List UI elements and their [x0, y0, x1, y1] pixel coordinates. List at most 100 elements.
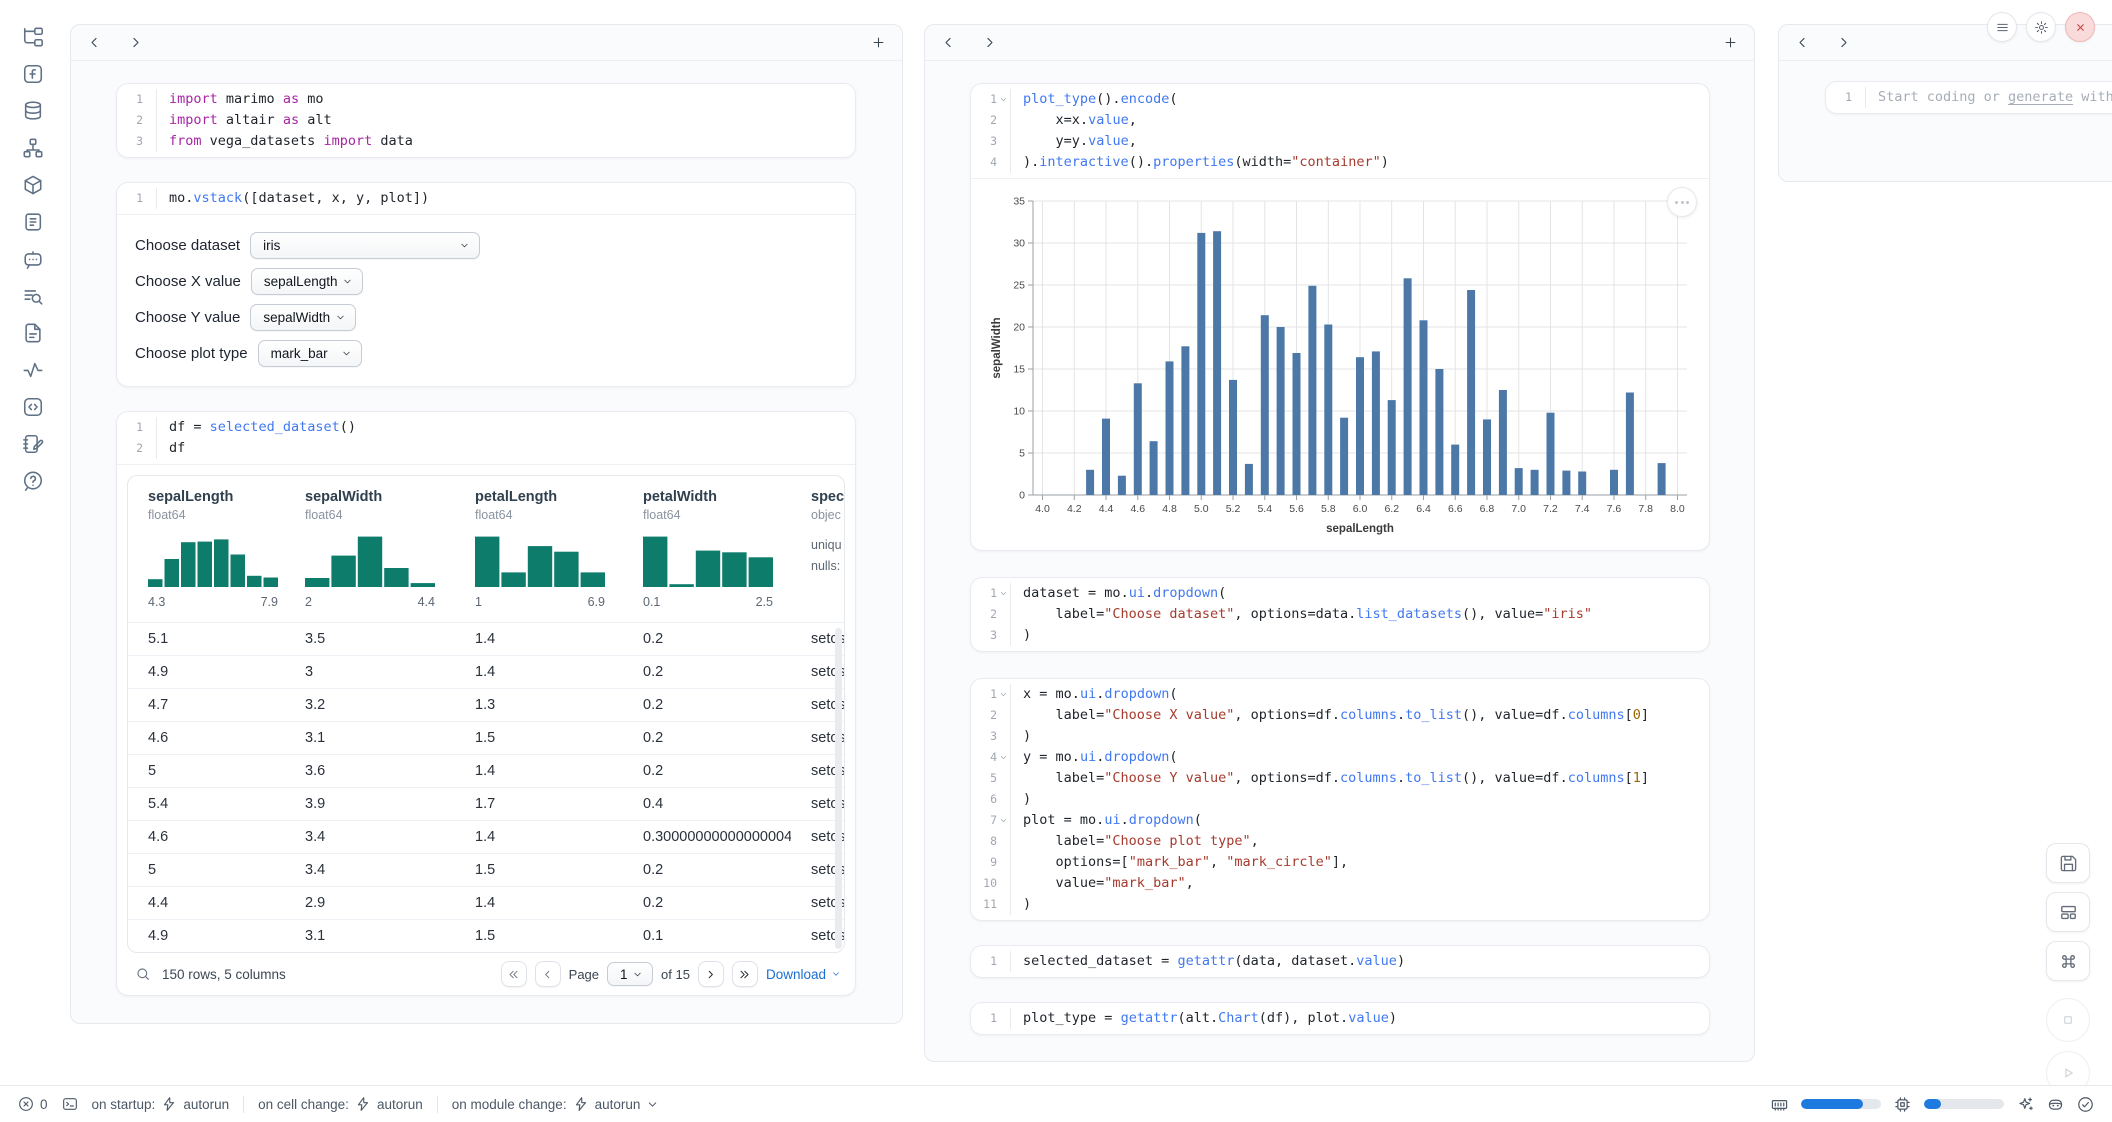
dropdown-select[interactable]: mark_bar — [258, 340, 362, 367]
search-list-icon[interactable] — [22, 285, 44, 307]
svg-text:35: 35 — [1013, 196, 1025, 208]
table-row[interactable]: 4.93.11.50.1setos — [128, 919, 844, 952]
code-editor[interactable]: 1plot_type = getattr(alt.Chart(df), plot… — [971, 1003, 1709, 1034]
org-chart-icon[interactable] — [22, 137, 44, 159]
table-cell: 5.1 — [128, 631, 285, 647]
table-scrollbar[interactable] — [835, 628, 842, 949]
table-cell: 3.4 — [285, 829, 455, 845]
autorun-on-cell-change[interactable]: on cell change: autorun — [258, 1096, 423, 1112]
menu-button[interactable] — [1987, 12, 2017, 42]
svg-text:4.2: 4.2 — [1067, 503, 1082, 515]
fold-chevron-icon[interactable] — [997, 95, 1010, 105]
shutdown-button[interactable] — [2065, 12, 2095, 42]
svg-text:7.0: 7.0 — [1511, 503, 1526, 515]
save-button[interactable] — [2046, 843, 2090, 883]
column-min-max: 24.4 — [305, 595, 435, 609]
code-editor[interactable]: 1mo.vstack([dataset, x, y, plot]) — [117, 183, 855, 214]
chevron-left-icon[interactable] — [1795, 35, 1810, 50]
copilot-icon[interactable] — [2047, 1096, 2064, 1113]
connection-check-icon[interactable] — [2077, 1096, 2094, 1113]
table-row[interactable]: 4.63.41.40.30000000000000004setos — [128, 820, 844, 853]
code-editor[interactable]: 1plot_type().encode(2 x=x.value,3 y=y.va… — [971, 84, 1709, 178]
hamburger-icon — [1995, 20, 2010, 35]
page-select[interactable]: 1 — [607, 962, 653, 986]
code-editor[interactable]: 1x = mo.ui.dropdown(2 label="Choose X va… — [971, 679, 1709, 920]
chevron-right-icon[interactable] — [1836, 35, 1851, 50]
dropdown-select[interactable]: sepalLength — [251, 268, 363, 295]
bot-chat-icon[interactable] — [22, 248, 44, 270]
code-editor[interactable]: 1df = selected_dataset()2df — [117, 412, 855, 464]
code-block-icon[interactable] — [22, 396, 44, 418]
notebook-pen-icon[interactable] — [22, 433, 44, 455]
chevron-right-icon[interactable] — [982, 35, 997, 50]
table-cell: 1.4 — [455, 895, 623, 911]
previous-page-button[interactable] — [535, 961, 561, 987]
table-column-header[interactable]: speciobjecuniqunulls: — [791, 489, 845, 622]
table-row[interactable]: 53.41.50.2setos — [128, 853, 844, 886]
chevron-left-icon[interactable] — [941, 35, 956, 50]
code-line: 10 value="mark_bar", — [971, 873, 1709, 894]
table-row[interactable]: 4.63.11.50.2setos — [128, 721, 844, 754]
last-page-button[interactable] — [732, 961, 758, 987]
add-column-icon[interactable] — [871, 35, 886, 50]
code-editor[interactable]: 1 Start coding or generate with — [1826, 82, 2112, 113]
code-editor[interactable]: 1selected_dataset = getattr(data, datase… — [971, 946, 1709, 977]
dropdown-value: iris — [263, 238, 459, 253]
chart-menu-button[interactable] — [1667, 187, 1697, 217]
table-column-header[interactable]: sepalWidthfloat6424.4 — [285, 489, 455, 622]
code-editor[interactable]: 1import marimo as mo2import altair as al… — [117, 84, 855, 157]
database-icon[interactable] — [22, 100, 44, 122]
autorun-on-module-change[interactable]: on module change: autorun — [452, 1096, 660, 1112]
notebook-column-2: 1plot_type().encode(2 x=x.value,3 y=y.va… — [924, 24, 1755, 1062]
chevron-right-icon[interactable] — [128, 35, 143, 50]
code-editor[interactable]: 1dataset = mo.ui.dropdown(2 label="Choos… — [971, 578, 1709, 651]
package-cube-icon[interactable] — [22, 174, 44, 196]
next-page-button[interactable] — [698, 961, 724, 987]
dropdown-select[interactable]: sepalWidth — [250, 304, 356, 331]
scroll-icon[interactable] — [22, 211, 44, 233]
file-tree-icon[interactable] — [22, 26, 44, 48]
chevron-down-icon — [459, 240, 470, 251]
add-column-icon[interactable] — [1723, 35, 1738, 50]
table-row[interactable]: 5.13.51.40.2setos — [128, 622, 844, 655]
table-cell: 2.9 — [285, 895, 455, 911]
fold-chevron-icon[interactable] — [997, 753, 1010, 763]
stop-button[interactable] — [2046, 998, 2090, 1042]
left-icon-rail — [10, 26, 56, 492]
code-cell-imports: 1import marimo as mo2import altair as al… — [116, 83, 856, 158]
notebook-column-3: 1 Start coding or generate with — [1778, 24, 2112, 182]
function-square-icon[interactable] — [22, 63, 44, 85]
table-row[interactable]: 4.931.40.2setos — [128, 655, 844, 688]
fold-chevron-icon[interactable] — [997, 589, 1010, 599]
dropdown-select[interactable]: iris — [250, 232, 480, 259]
table-column-header[interactable]: sepalLengthfloat644.37.9 — [128, 489, 285, 622]
help-chat-icon[interactable] — [22, 470, 44, 492]
terminal-button[interactable] — [62, 1096, 78, 1112]
table-row[interactable]: 5.43.91.70.4setos — [128, 787, 844, 820]
table-column-header[interactable]: petalLengthfloat6416.9 — [455, 489, 623, 622]
generate-link[interactable]: generate — [2008, 89, 2073, 105]
table-row[interactable]: 53.61.40.2setos — [128, 754, 844, 787]
table-cell: 0.2 — [623, 664, 791, 680]
table-row[interactable]: 4.42.91.40.2setos — [128, 886, 844, 919]
dropdown-value: sepalLength — [264, 274, 342, 289]
document-icon[interactable] — [22, 322, 44, 344]
chevron-left-icon[interactable] — [87, 35, 102, 50]
layout-button[interactable] — [2046, 892, 2090, 932]
activity-icon[interactable] — [22, 359, 44, 381]
error-count[interactable]: 0 — [18, 1096, 48, 1112]
table-row[interactable]: 4.73.21.30.2setos — [128, 688, 844, 721]
ai-sparkles-icon[interactable] — [2017, 1096, 2034, 1113]
fold-chevron-icon[interactable] — [997, 690, 1010, 700]
settings-button[interactable] — [2026, 12, 2056, 42]
autorun-on-startup[interactable]: on startup: autorun — [92, 1096, 230, 1112]
first-page-button[interactable] — [501, 961, 527, 987]
download-button[interactable]: Download — [766, 967, 841, 982]
fold-chevron-icon[interactable] — [997, 816, 1010, 826]
cell-change-label: on cell change: — [258, 1097, 349, 1112]
search-icon[interactable] — [135, 966, 151, 982]
keyboard-shortcuts-button[interactable] — [2046, 941, 2090, 981]
table-cell: 3.4 — [285, 862, 455, 878]
table-column-header[interactable]: petalWidthfloat640.12.5 — [623, 489, 791, 622]
code-cell-vstack: 1mo.vstack([dataset, x, y, plot]) Choose… — [116, 182, 856, 387]
